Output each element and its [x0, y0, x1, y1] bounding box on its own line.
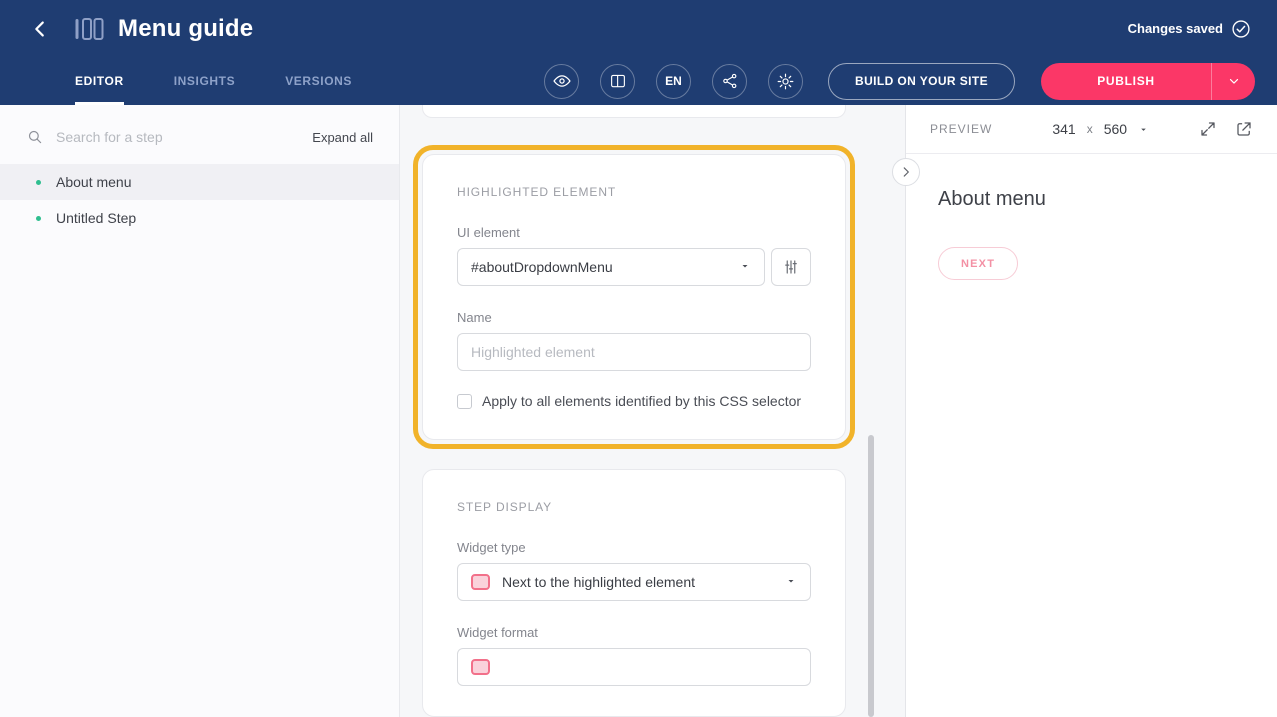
search-icon	[26, 128, 44, 146]
expand-icon	[1199, 120, 1217, 138]
language-button[interactable]: EN	[656, 64, 691, 99]
editor-tabs: EDITOR INSIGHTS VERSIONS	[75, 57, 352, 105]
preview-width-value: 341	[1052, 121, 1075, 137]
sliders-icon	[782, 258, 800, 276]
widget-format-select[interactable]	[457, 648, 811, 686]
ui-element-select[interactable]: #aboutDropdownMenu	[457, 248, 765, 286]
settings-button[interactable]	[768, 64, 803, 99]
changes-saved-label: Changes saved	[1128, 21, 1223, 36]
preview-title: PREVIEW	[930, 122, 992, 136]
step-settings-panel: HIGHLIGHTED ELEMENT UI element #aboutDro…	[400, 105, 905, 717]
expand-preview-button[interactable]	[1199, 120, 1217, 138]
step-search-row: Expand all	[0, 105, 399, 164]
step-list: About menu Untitled Step	[0, 164, 399, 236]
chevron-left-icon	[29, 18, 51, 40]
element-selector-settings-button[interactable]	[771, 248, 811, 286]
apply-all-label: Apply to all elements identified by this…	[482, 393, 801, 409]
header-actions: EN BUILD ON YOUR SITE PUBLISH	[544, 57, 1255, 105]
language-label: EN	[665, 74, 682, 88]
step-list-item-about-menu[interactable]: About menu	[0, 164, 399, 200]
main-layout: Expand all About menu Untitled Step HIGH…	[0, 105, 1277, 717]
widget-format-icon	[471, 659, 490, 675]
header-toolbar-row: EDITOR INSIGHTS VERSIONS EN	[0, 57, 1277, 105]
preview-header: PREVIEW 341 x 560	[906, 105, 1277, 154]
name-label: Name	[457, 310, 811, 325]
section-title: HIGHLIGHTED ELEMENT	[457, 185, 811, 199]
chevron-down-icon	[785, 574, 797, 590]
publish-split-button: PUBLISH	[1041, 63, 1255, 100]
step-bullet-icon	[36, 216, 41, 221]
section-title: STEP DISPLAY	[457, 500, 811, 514]
chevron-down-icon	[1138, 124, 1149, 135]
tab-versions[interactable]: VERSIONS	[285, 57, 352, 105]
page-title: Menu guide	[118, 15, 253, 43]
open-in-new-tab-button[interactable]	[1235, 120, 1253, 138]
chevron-right-icon	[899, 165, 913, 179]
chevron-down-icon	[1227, 74, 1241, 88]
tab-editor[interactable]: EDITOR	[75, 57, 124, 105]
header: Menu guide Changes saved EDITOR INSIGHTS…	[0, 0, 1277, 105]
vertical-scrollbar[interactable]	[868, 435, 874, 717]
eye-icon	[552, 71, 572, 91]
chevron-down-icon	[739, 259, 751, 275]
preview-step-title: About menu	[938, 188, 1245, 211]
check-circle-icon	[1231, 19, 1251, 39]
layout-icon	[609, 72, 627, 90]
steps-sidebar: Expand all About menu Untitled Step	[0, 105, 400, 717]
search-input[interactable]	[56, 129, 300, 145]
publish-dropdown-button[interactable]	[1211, 63, 1255, 100]
previous-settings-card-partial	[422, 105, 846, 118]
size-separator: x	[1087, 122, 1093, 136]
external-link-icon	[1235, 120, 1253, 138]
preview-body: About menu NEXT	[906, 154, 1277, 314]
widget-type-label: Widget type	[457, 540, 811, 555]
widget-type-select[interactable]: Next to the highlighted element	[457, 563, 811, 601]
header-top-row: Menu guide Changes saved	[0, 0, 1277, 57]
preview-size-dropdown[interactable]: 341 x 560	[1052, 121, 1149, 137]
app-root: Menu guide Changes saved EDITOR INSIGHTS…	[0, 0, 1277, 717]
step-list-item-untitled-step[interactable]: Untitled Step	[0, 200, 399, 236]
collapse-preview-button[interactable]	[892, 158, 920, 186]
widget-tooltip-icon	[471, 574, 490, 590]
guide-type-icon	[74, 16, 104, 42]
ui-element-value: #aboutDropdownMenu	[471, 259, 613, 275]
back-button[interactable]	[26, 15, 54, 43]
ui-element-row: #aboutDropdownMenu	[457, 248, 811, 286]
preview-header-actions	[1199, 120, 1253, 138]
widget-type-value: Next to the highlighted element	[502, 574, 695, 590]
highlighted-element-card: HIGHLIGHTED ELEMENT UI element #aboutDro…	[422, 154, 846, 440]
publish-button[interactable]: PUBLISH	[1041, 63, 1211, 100]
preview-height-value: 560	[1104, 121, 1127, 137]
next-button[interactable]: NEXT	[938, 247, 1018, 280]
step-label: Untitled Step	[56, 210, 136, 226]
share-button[interactable]	[712, 64, 747, 99]
preview-panel: PREVIEW 341 x 560 About menu	[905, 105, 1277, 717]
build-on-your-site-button[interactable]: BUILD ON YOUR SITE	[828, 63, 1015, 100]
preview-eye-button[interactable]	[544, 64, 579, 99]
widget-format-label: Widget format	[457, 625, 811, 640]
share-icon	[721, 72, 739, 90]
gear-icon	[776, 72, 795, 91]
apply-all-row: Apply to all elements identified by this…	[457, 393, 811, 409]
expand-all-link[interactable]: Expand all	[312, 130, 373, 145]
step-display-card: STEP DISPLAY Widget type Next to the hig…	[422, 469, 846, 717]
step-label: About menu	[56, 174, 132, 190]
step-bullet-icon	[36, 180, 41, 185]
apply-all-checkbox[interactable]	[457, 394, 472, 409]
highlighted-element-name-input[interactable]	[457, 333, 811, 371]
tab-insights[interactable]: INSIGHTS	[174, 57, 235, 105]
ui-element-label: UI element	[457, 225, 811, 240]
highlighted-card-ring: HIGHLIGHTED ELEMENT UI element #aboutDro…	[413, 145, 855, 449]
layout-button[interactable]	[600, 64, 635, 99]
changes-saved-status: Changes saved	[1128, 19, 1251, 39]
